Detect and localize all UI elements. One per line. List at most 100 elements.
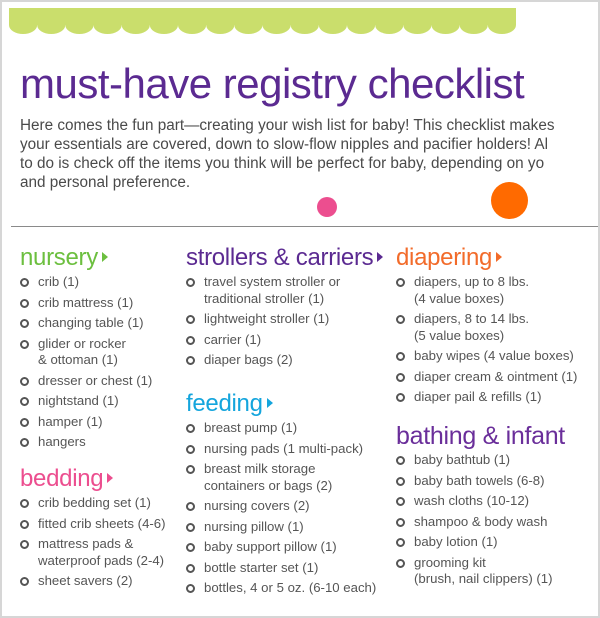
arrow-right-icon — [496, 251, 503, 262]
checklist-item[interactable]: nursing pillow (1) — [186, 519, 376, 536]
checkbox-circle-icon[interactable] — [396, 538, 405, 547]
checkbox-circle-icon[interactable] — [396, 517, 405, 527]
checkbox-circle-icon[interactable] — [186, 522, 195, 532]
scallop-wave — [121, 16, 150, 34]
checklist-item-text: wash cloths (10-12) — [414, 493, 530, 508]
checklist-item[interactable]: nursing covers (2) — [186, 498, 376, 515]
scallop-wave — [347, 16, 376, 34]
checkbox-circle-icon[interactable] — [396, 315, 405, 324]
checkbox-circle-icon[interactable] — [396, 352, 405, 361]
checkbox-circle-icon[interactable] — [20, 417, 29, 427]
checklist-item-text: dresser or chest (1) — [38, 372, 153, 388]
checklist-item[interactable]: crib (1) — [20, 274, 152, 291]
checkbox-circle-icon[interactable] — [396, 497, 405, 506]
checklist-item-text: diaper bags (2) — [204, 352, 293, 367]
checklist-item[interactable]: diaper bags (2) — [186, 352, 383, 369]
checklist-item[interactable]: bottle starter set (1) — [186, 560, 376, 577]
checklist-item[interactable]: diapers, up to 8 lbs. (4 value boxes) — [396, 274, 577, 307]
arrow-right-icon — [266, 397, 273, 408]
arrow-right-icon — [107, 472, 114, 483]
checklist-item[interactable]: carrier (1) — [186, 332, 383, 349]
checklist-item-text: crib bedding set (1) — [38, 495, 151, 510]
checkbox-circle-icon[interactable] — [186, 502, 195, 511]
checklist-item[interactable]: diaper pail & refills (1) — [396, 389, 577, 406]
checkbox-circle-icon[interactable] — [20, 319, 29, 328]
checklist-item[interactable]: shampoo & body wash — [396, 514, 565, 531]
checklist-item[interactable]: dresser or chest (1) — [20, 373, 152, 390]
checklist-item[interactable]: baby lotion (1) — [396, 534, 565, 551]
checkbox-circle-icon[interactable] — [20, 278, 29, 287]
checkbox-circle-icon[interactable] — [20, 298, 29, 308]
checklist-item[interactable]: travel system stroller or traditional str… — [186, 274, 383, 307]
checklist-item[interactable]: baby support pillow (1) — [186, 539, 376, 556]
checklist-item[interactable]: nursing pads (1 multi-pack) — [186, 441, 376, 458]
checklist-item[interactable]: breast milk storage containers or bags (2… — [186, 461, 376, 494]
checklist-item-text: baby wipes (4 value boxes) — [414, 348, 574, 363]
scallop-wave — [149, 16, 179, 34]
checklist-item-text: baby lotion (1) — [414, 534, 498, 549]
checkbox-circle-icon[interactable] — [186, 563, 195, 573]
checklist-item[interactable]: lightweight stroller (1) — [186, 311, 383, 328]
scallop-wave — [459, 16, 488, 34]
checkbox-circle-icon[interactable] — [186, 424, 195, 433]
checklist: breast pump (1) nursing pads (1 multi-pac… — [186, 420, 376, 597]
checklist-item[interactable]: baby wipes (4 value boxes) — [396, 348, 577, 365]
checklist-item[interactable]: bottles, 4 or 5 oz. (6-10 each) — [186, 580, 376, 597]
checklist-item[interactable]: mattress pads & waterproof pads (2-4) — [20, 536, 166, 569]
checkbox-circle-icon[interactable] — [186, 465, 195, 474]
checklist-item-text: nightstand (1) — [38, 393, 119, 408]
checkbox-circle-icon[interactable] — [186, 356, 195, 365]
checklist-item[interactable]: nightstand (1) — [20, 393, 152, 410]
scallop-wave — [290, 16, 319, 34]
arrow-right-icon — [377, 251, 384, 262]
checklist-item[interactable]: diapers, 8 to 14 lbs. (5 value boxes) — [396, 311, 577, 344]
checkbox-circle-icon[interactable] — [396, 278, 405, 287]
checklist: baby bathtub (1) baby bath towels (6-8) wa… — [396, 452, 565, 588]
checkbox-circle-icon[interactable] — [20, 376, 29, 386]
checkbox-circle-icon[interactable] — [186, 278, 195, 287]
checklist-item-text: nursing pillow (1) — [204, 518, 304, 534]
checklist-item[interactable]: breast pump (1) — [186, 420, 376, 437]
checklist-item-text: hangers — [38, 434, 86, 449]
checkbox-circle-icon[interactable] — [396, 372, 405, 382]
checklist-item[interactable]: baby bath towels (6-8) — [396, 473, 565, 490]
section-title: strollers & carriers — [186, 244, 374, 271]
checklist-item-text: breast pump (1) — [204, 420, 298, 435]
checkbox-circle-icon[interactable] — [20, 540, 29, 549]
checklist-item[interactable]: fitted crib sheets (4-6) — [20, 516, 166, 533]
checklist: travel system stroller or traditional str… — [186, 274, 383, 369]
checkbox-circle-icon[interactable] — [20, 397, 29, 406]
checklist-item[interactable]: crib bedding set (1) — [20, 495, 166, 512]
checkbox-circle-icon[interactable] — [396, 476, 405, 486]
scallop-wave — [262, 16, 291, 34]
checkbox-circle-icon[interactable] — [20, 499, 29, 508]
checkbox-circle-icon[interactable] — [20, 577, 29, 586]
checkbox-circle-icon[interactable] — [20, 438, 29, 447]
checklist-item[interactable]: hangers — [20, 434, 152, 451]
checklist-item[interactable]: crib mattress (1) — [20, 295, 152, 312]
checklist-item[interactable]: hamper (1) — [20, 414, 152, 431]
checklist-item-text: nursing covers (2) — [204, 498, 310, 513]
checkbox-circle-icon[interactable] — [186, 315, 195, 324]
checkbox-circle-icon[interactable] — [186, 543, 195, 552]
checkbox-circle-icon[interactable] — [396, 558, 405, 568]
checkbox-circle-icon[interactable] — [186, 444, 195, 454]
checklist-item[interactable]: baby bathtub (1) — [396, 452, 565, 469]
checklist-item[interactable]: grooming kit (brush, nail clippers) (1) — [396, 555, 565, 588]
checklist-item[interactable]: wash cloths (10-12) — [396, 493, 565, 510]
checkbox-circle-icon[interactable] — [186, 335, 195, 345]
section-title: diapering — [396, 244, 493, 271]
checklist-item[interactable]: sheet savers (2) — [20, 573, 166, 590]
checklist-item[interactable]: glider or rocker & ottoman (1) — [20, 336, 152, 369]
checklist-item[interactable]: diaper cream & ointment (1) — [396, 369, 577, 386]
section-heading: bedding — [20, 465, 166, 493]
checkbox-circle-icon[interactable] — [20, 519, 29, 529]
checkbox-circle-icon[interactable] — [186, 584, 195, 593]
scallop-border — [9, 8, 516, 34]
checkbox-circle-icon[interactable] — [396, 456, 405, 465]
checklist-item-text: diaper pail & refills (1) — [414, 389, 542, 404]
checkbox-circle-icon[interactable] — [20, 339, 29, 349]
checkbox-circle-icon[interactable] — [396, 393, 405, 402]
checklist-item-text: baby bath towels (6-8) — [414, 472, 545, 488]
checklist-item[interactable]: changing table (1) — [20, 315, 152, 332]
